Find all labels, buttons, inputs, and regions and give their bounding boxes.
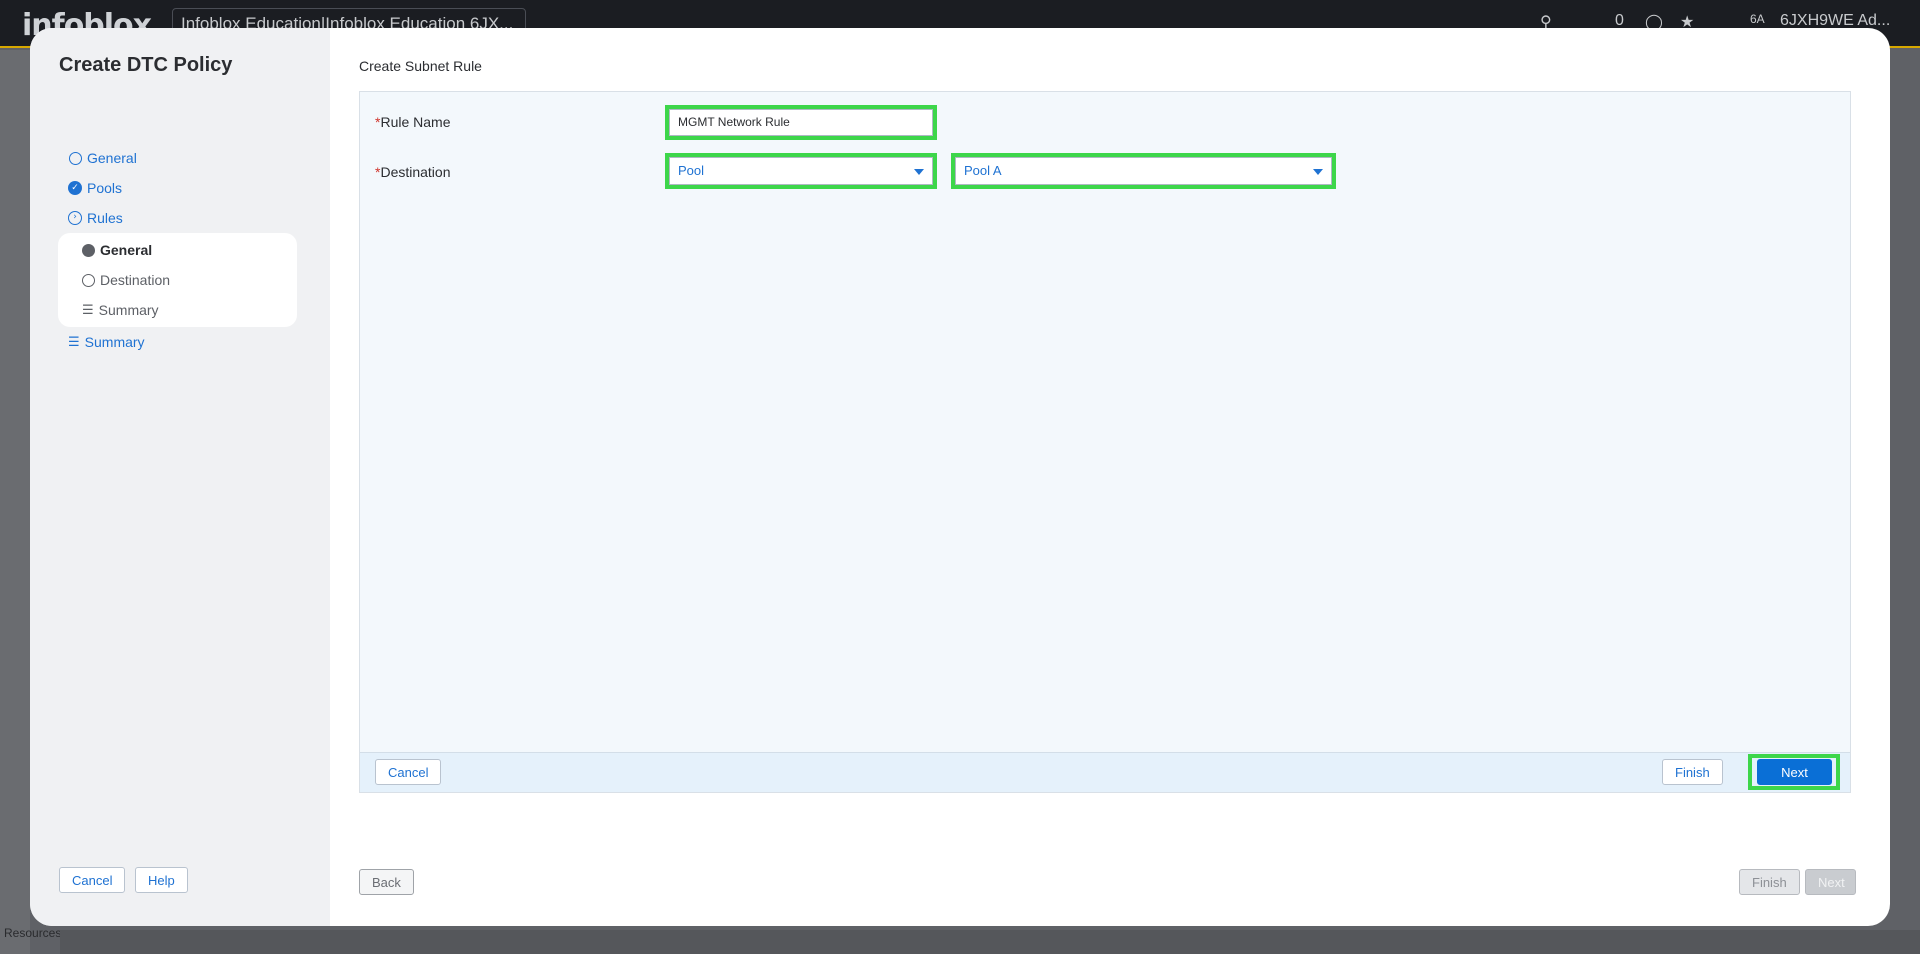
form-next-button[interactable]: Next — [1757, 759, 1832, 785]
substep-summary[interactable]: ☰ Summary — [58, 295, 297, 325]
destination-type-value: Pool — [678, 163, 705, 178]
rail-resources-label[interactable]: Resources — [4, 926, 61, 940]
rules-substeps: General Destination ☰ Summary — [58, 233, 297, 327]
content-title: Create Subnet Rule — [359, 58, 482, 74]
modal-title: Create DTC Policy — [59, 54, 233, 76]
help-button[interactable]: Help — [135, 867, 188, 893]
left-nav-rail: Resources — [0, 50, 61, 954]
rule-name-input[interactable]: MGMT Network Rule — [669, 109, 933, 136]
substep-destination[interactable]: Destination — [58, 265, 297, 295]
circle-icon — [82, 273, 95, 287]
wizard-steps: General ✓ Pools › Rules General Destinat… — [58, 143, 329, 357]
step-label: Summary — [84, 334, 145, 350]
step-general[interactable]: General — [68, 143, 329, 173]
wizard-finish-button[interactable]: Finish — [1739, 869, 1800, 895]
chevron-circle-icon: › — [68, 211, 82, 225]
caret-down-icon — [914, 169, 924, 175]
form-footer — [360, 752, 1850, 792]
wizard-sidebar: Create DTC Policy General ✓ Pools › Rule… — [30, 28, 330, 926]
form-cancel-button[interactable]: Cancel — [375, 759, 442, 785]
step-label: Rules — [87, 210, 123, 226]
checklist-icon: ☰ — [82, 302, 94, 318]
subnet-rule-form — [359, 91, 1851, 793]
substep-general[interactable]: General — [58, 235, 297, 265]
form-finish-button[interactable]: Finish — [1662, 759, 1723, 785]
circle-icon — [68, 151, 82, 165]
substep-label: General — [100, 242, 153, 258]
caret-down-icon — [1313, 169, 1323, 175]
destination-label: *Destination — [375, 164, 451, 180]
step-summary[interactable]: ☰ Summary — [68, 327, 329, 357]
step-label: Pools — [87, 180, 123, 196]
substep-label: Summary — [98, 302, 159, 318]
destination-pool-select[interactable]: Pool A — [955, 157, 1332, 185]
step-label: General — [87, 150, 137, 166]
wizard-next-button[interactable]: Next — [1805, 869, 1856, 895]
rule-name-label: *Rule Name — [375, 114, 451, 130]
cancel-button[interactable]: Cancel — [59, 867, 126, 893]
filled-circle-icon — [82, 243, 95, 257]
back-button[interactable]: Back — [359, 869, 414, 895]
create-dtc-policy-modal: Create DTC Policy General ✓ Pools › Rule… — [30, 28, 1890, 926]
step-pools[interactable]: ✓ Pools — [68, 173, 329, 203]
substep-label: Destination — [100, 272, 171, 288]
step-rules[interactable]: › Rules — [68, 203, 329, 233]
destination-pool-value: Pool A — [964, 163, 1002, 178]
bottom-bar — [60, 930, 1920, 954]
check-circle-icon: ✓ — [68, 181, 82, 195]
checklist-icon: ☰ — [68, 334, 80, 350]
destination-type-select[interactable]: Pool — [669, 157, 933, 185]
avatar[interactable]: 6A — [1750, 12, 1765, 26]
